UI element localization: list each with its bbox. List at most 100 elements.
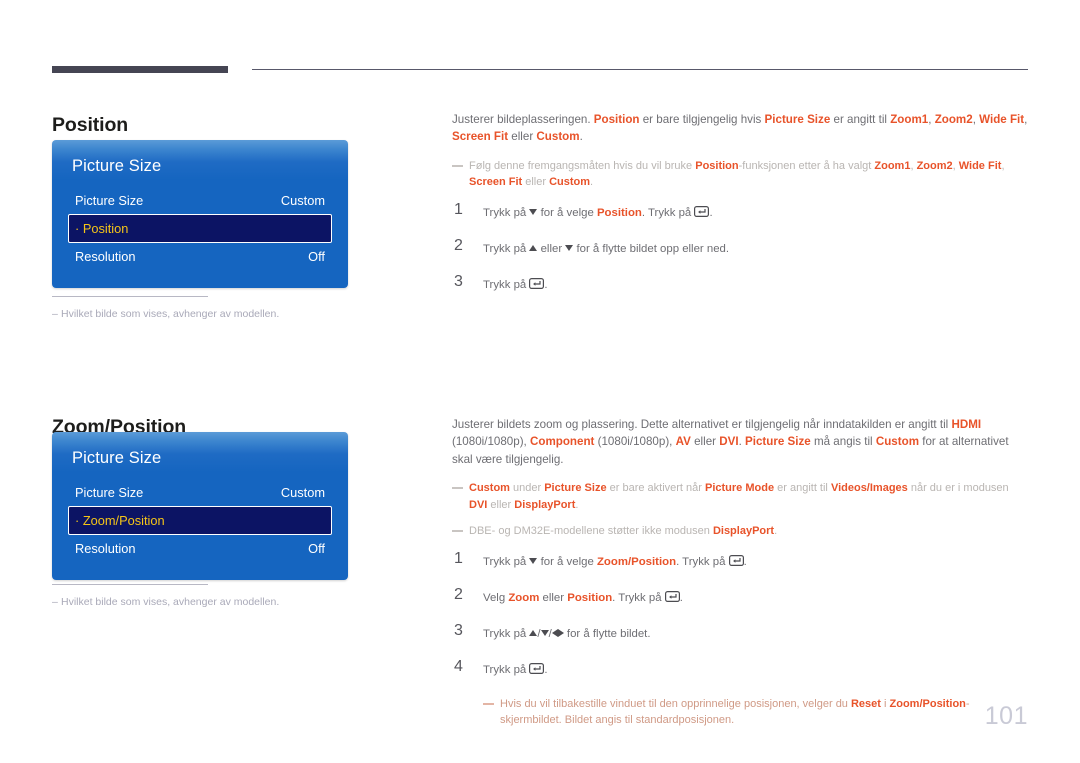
osd-row-label: Picture Size <box>75 485 144 500</box>
intro-bold-zoom2: Zoom2 <box>934 112 973 126</box>
enter-key-icon <box>529 663 545 675</box>
note-text: . <box>575 498 579 511</box>
intro-text: er bare tilgjengelig hvis <box>639 112 765 126</box>
enter-key-icon <box>694 206 710 218</box>
osd-row-label: · Position <box>75 221 129 236</box>
step-item: 3 Trykk på . <box>452 273 1030 299</box>
osd-menu-panel-zoom-position: Picture Size Picture Size Custom · Zoom/… <box>52 432 348 580</box>
intro-bold-screen-fit: Screen Fit <box>452 130 509 144</box>
note-bold-wide-fit: Wide Fit <box>958 159 1002 172</box>
panel-footnote-zoom-position: – Hvilket bilde som vises, avhenger av mo… <box>52 584 352 610</box>
step-text: Trykk på for å velge Zoom/Position. Tryk… <box>483 552 1030 571</box>
intro-text: . <box>579 130 583 144</box>
osd-row-zoom-position-selected[interactable]: · Zoom/Position <box>68 506 332 535</box>
note-text: . <box>590 176 594 189</box>
osd-row-value: Custom <box>280 485 325 500</box>
footnote-text-wrap: – Hvilket bilde som vises, avhenger av mo… <box>52 308 352 322</box>
step-text-part: . <box>709 206 713 219</box>
content-column-zoom-position: Justerer bildets zoom og plassering. Det… <box>452 404 1030 729</box>
step-text-part: for å flytte bildet opp eller ned. <box>573 242 730 255</box>
footnote-text: Hvilket bilde som vises, avhenger av mod… <box>61 308 280 320</box>
step-text-part: Trykk på <box>483 206 530 219</box>
osd-menu-list: Picture Size Custom · Zoom/Position Reso… <box>52 479 348 562</box>
enter-key-icon <box>728 555 744 567</box>
step-item: 3 Trykk på / / for å flytte bildet. <box>452 621 1030 648</box>
osd-row-label: Picture Size <box>75 193 144 208</box>
intro-bold-custom: Custom <box>875 435 919 449</box>
triangle-right-icon <box>557 628 564 637</box>
intro-paragraph-zoom-position: Justerer bildets zoom og plassering. Det… <box>452 416 1030 469</box>
step-number: 3 <box>454 621 463 639</box>
step-text: Trykk på eller for å flytte bildet opp e… <box>483 239 1030 258</box>
footnote-divider <box>52 584 208 585</box>
steps-list-position: 1 Trykk på for å velge Position. Trykk p… <box>452 200 1030 299</box>
header-thin-line <box>252 69 1028 70</box>
osd-row-label-text: Position <box>82 221 129 236</box>
step-text: Trykk på for å velge Position. Trykk på … <box>483 203 1030 222</box>
panel-footnote-position: – Hvilket bilde som vises, avhenger av mo… <box>52 296 352 322</box>
osd-row-value: Off <box>308 249 325 264</box>
note-text: eller <box>522 176 550 189</box>
step-text: Trykk på / / for å flytte bildet. <box>483 627 651 640</box>
step-text-part: . <box>544 663 548 676</box>
note-bold-position: Position <box>695 159 739 172</box>
intro-text: (1080i/1080p), <box>452 435 530 449</box>
intro-text: Justerer bildets zoom og plassering. Det… <box>452 417 952 431</box>
step-number: 1 <box>454 200 463 218</box>
note-bold-screen-fit: Screen Fit <box>469 176 523 189</box>
osd-row-picture-size[interactable]: Picture Size Custom <box>68 187 332 214</box>
osd-row-value: Off <box>308 541 325 556</box>
osd-row-position-selected[interactable]: · Position <box>68 214 332 243</box>
note-bold-custom: Custom <box>549 176 591 189</box>
intro-bold-picture-size: Picture Size <box>745 435 811 449</box>
triangle-down-icon <box>540 629 549 636</box>
step-number: 4 <box>454 657 463 675</box>
note-bold-displayport: DisplayPort <box>712 525 775 538</box>
note-bold-picture-size: Picture Size <box>544 482 607 495</box>
note-bold-picture-mode: Picture Mode <box>705 482 775 495</box>
intro-text: er angitt til <box>830 112 891 126</box>
step-item: 4 Trykk på . <box>452 657 1030 684</box>
osd-panel-title: Picture Size <box>72 449 162 467</box>
intro-bold-wide-fit: Wide Fit <box>979 112 1025 126</box>
step-text-part: Trykk på <box>483 278 530 291</box>
triangle-up-icon <box>529 629 538 636</box>
page-title-position: Position <box>52 114 129 137</box>
step-text-part: for å flytte bildet. <box>563 627 651 640</box>
step-bold-position: Position <box>596 206 642 219</box>
triangle-down-icon <box>565 244 574 251</box>
note-text: under <box>509 482 545 495</box>
step-text-part: Trykk på <box>483 627 530 640</box>
intro-text: Justerer bildeplasseringen. <box>452 112 594 126</box>
intro-bold-dvi: DVI <box>719 435 739 449</box>
osd-row-resolution[interactable]: Resolution Off <box>68 243 332 270</box>
step-text-part: . <box>544 278 548 291</box>
footnote-text-wrap: – Hvilket bilde som vises, avhenger av mo… <box>52 596 352 610</box>
note-text: , <box>1001 159 1005 172</box>
osd-row-picture-size[interactable]: Picture Size Custom <box>68 479 332 506</box>
intro-paragraph-position: Justerer bildeplasseringen. Position er … <box>452 111 1030 146</box>
note-text: i <box>880 697 890 710</box>
osd-panel-title: Picture Size <box>72 157 162 175</box>
intro-bold-zoom1: Zoom1 <box>890 112 929 126</box>
note-custom-availability: Custom under Picture Size er bare aktive… <box>452 480 1030 513</box>
triangle-down-icon <box>529 208 538 215</box>
note-bold-zoom-position: Zoom/Position <box>889 697 966 710</box>
step-text-part: . Trykk på <box>641 206 695 219</box>
step-text-part: for å velge <box>537 555 597 568</box>
note-bold-custom: Custom <box>469 482 510 495</box>
osd-row-label: · Zoom/Position <box>75 513 165 528</box>
step-text-part: Trykk på <box>483 242 530 255</box>
step-item: 1 Trykk på for å velge Position. Trykk p… <box>452 200 1030 227</box>
step-text: Velg Zoom eller Position. Trykk på . <box>483 588 1030 607</box>
footnote-dash: – <box>52 308 58 320</box>
step-text-part: Trykk på <box>483 663 530 676</box>
header-rule <box>52 66 1028 74</box>
note-text: Følg denne fremgangsmåten hvis du vil br… <box>469 159 696 172</box>
intro-bold-position: Position <box>593 112 640 126</box>
content-column-position: Justerer bildeplasseringen. Position er … <box>452 99 1030 311</box>
intro-bold-hdmi: HDMI <box>951 417 982 431</box>
step-text-part: . <box>679 591 683 604</box>
osd-menu-list: Picture Size Custom · Position Resolutio… <box>52 187 348 270</box>
osd-row-resolution[interactable]: Resolution Off <box>68 535 332 562</box>
